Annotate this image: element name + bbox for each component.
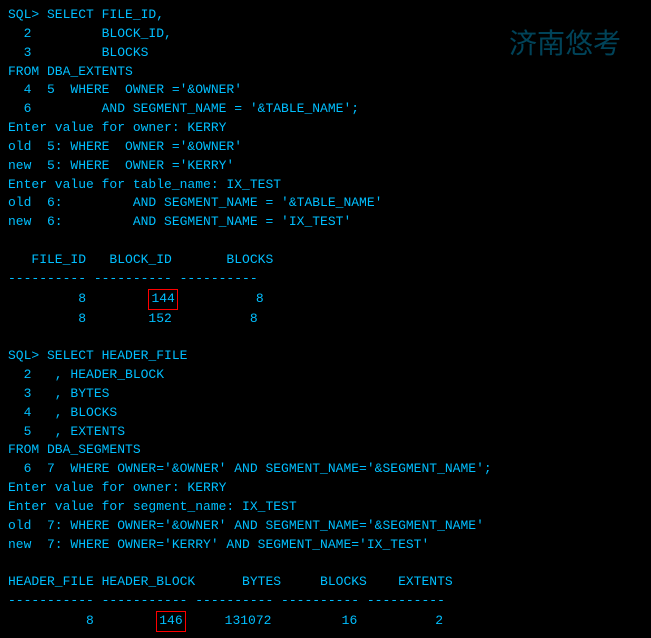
terminal-line: Enter value for segment_name: IX_TEST — [8, 499, 297, 514]
terminal-line: old 5: WHERE OWNER ='&OWNER' — [8, 139, 242, 154]
separator-line: ---------- ---------- ---------- — [8, 271, 258, 286]
terminal-line: 3 , BYTES — [8, 386, 109, 401]
column-header: HEADER_FILE HEADER_BLOCK BYTES BLOCKS EX… — [8, 574, 453, 589]
terminal-line: 8 146 131072 16 2 — [8, 613, 443, 628]
terminal-line: 4 5 WHERE OWNER ='&OWNER' — [8, 82, 242, 97]
terminal-line: Enter value for table_name: IX_TEST — [8, 177, 281, 192]
column-header: FILE_ID BLOCK_ID BLOCKS — [8, 252, 273, 267]
terminal-line: 3 BLOCKS — [8, 45, 148, 60]
highlighted-value: 146 — [156, 611, 185, 632]
terminal-line: 5 , EXTENTS — [8, 424, 125, 439]
terminal-line: 6 AND SEGMENT_NAME = '&TABLE_NAME'; — [8, 101, 359, 116]
terminal-line: 8 152 8 — [8, 311, 258, 326]
terminal-line: new 5: WHERE OWNER ='KERRY' — [8, 158, 234, 173]
terminal-line: SQL> SELECT HEADER_FILE — [8, 348, 187, 363]
terminal-line: Enter value for owner: KERRY — [8, 480, 226, 495]
terminal-container: 济南悠考 SQL> SELECT FILE_ID, 2 BLOCK_ID, 3 … — [8, 6, 643, 632]
terminal-output: SQL> SELECT FILE_ID, 2 BLOCK_ID, 3 BLOCK… — [8, 6, 643, 632]
terminal-line: old 7: WHERE OWNER='&OWNER' AND SEGMENT_… — [8, 518, 484, 533]
terminal-line: 2 , HEADER_BLOCK — [8, 367, 164, 382]
terminal-line: SQL> SELECT FILE_ID, — [8, 7, 164, 22]
separator-line: ----------- ----------- ---------- -----… — [8, 593, 445, 608]
terminal-line: FROM DBA_SEGMENTS — [8, 442, 141, 457]
terminal-line: new 6: AND SEGMENT_NAME = 'IX_TEST' — [8, 214, 351, 229]
terminal-line: Enter value for owner: KERRY — [8, 120, 226, 135]
terminal-line: 6 7 WHERE OWNER='&OWNER' AND SEGMENT_NAM… — [8, 461, 492, 476]
terminal-line: new 7: WHERE OWNER='KERRY' AND SEGMENT_N… — [8, 537, 429, 552]
terminal-line: 2 BLOCK_ID, — [8, 26, 172, 41]
terminal-line: old 6: AND SEGMENT_NAME = '&TABLE_NAME' — [8, 195, 382, 210]
terminal-line: FROM DBA_EXTENTS — [8, 64, 133, 79]
highlighted-value: 144 — [148, 289, 177, 310]
terminal-line: 8 144 8 — [8, 291, 264, 306]
terminal-line: 4 , BLOCKS — [8, 405, 117, 420]
